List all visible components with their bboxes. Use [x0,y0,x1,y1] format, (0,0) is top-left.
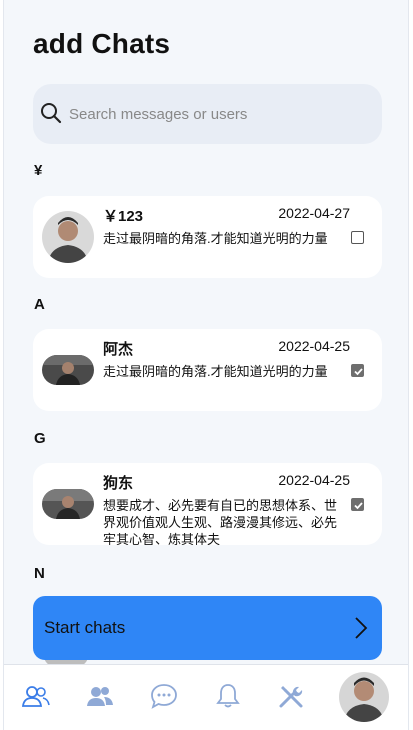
message-preview: 走过最阴暗的角落.才能知道光明的力量 [103,231,328,246]
select-checkbox[interactable] [351,364,364,377]
tab-tools[interactable] [276,683,306,713]
group-icon [86,684,114,713]
tab-notifications[interactable] [213,683,243,713]
search-input[interactable] [69,105,359,123]
section-header-a: A [34,296,45,313]
tools-icon [277,682,305,715]
chat-bubble-icon [150,683,178,714]
message-preview: 想要成才、必先要有自已的思想体系、世界观价值观人生观、路漫漫其修远、必先牢其心智… [103,498,338,545]
tab-contacts[interactable] [21,683,51,713]
contact-name: 阿杰 [103,341,134,358]
avatar [42,489,94,519]
message-preview: 走过最阴暗的角落.才能知道光明的力量 [103,364,328,379]
section-header-n: N [34,565,45,582]
bottom-tab-bar [4,664,408,730]
section-header-g: G [34,430,46,447]
chevron-right-icon [354,616,368,645]
section-header-yen: ¥ [34,162,43,179]
contact-name: 狗东 [103,475,134,492]
contact-card[interactable]: ￥123 2022-04-27 走过最阴暗的角落.才能知道光明的力量 [33,196,382,278]
page-title: add Chats [33,28,171,59]
bell-icon [216,683,240,714]
tab-chats[interactable] [149,683,179,713]
start-chats-label: Start chats [44,618,126,637]
avatar [42,211,94,263]
contacts-icon [21,684,50,713]
message-date: 2022-04-25 [278,338,350,354]
select-checkbox[interactable] [351,498,364,511]
search-bar[interactable] [33,84,382,144]
contact-card[interactable]: 阿杰 2022-04-25 走过最阴暗的角落.才能知道光明的力量 [33,329,382,411]
add-chats-screen: add Chats ¥ ￥123 2022-04-27 走过最阴暗的角落.才能知… [3,0,409,730]
message-date: 2022-04-25 [278,472,350,488]
contact-card[interactable]: 狗东 2022-04-25 想要成才、必先要有自已的思想体系、世界观价值观人生观… [33,463,382,545]
message-date: 2022-04-27 [278,205,350,221]
search-icon [39,101,63,125]
avatar [42,355,94,385]
profile-avatar[interactable] [339,672,389,722]
tab-groups[interactable] [85,683,115,713]
contact-name: ￥123 [103,208,144,225]
select-checkbox[interactable] [351,231,364,244]
start-chats-button[interactable]: Start chats [33,596,382,660]
